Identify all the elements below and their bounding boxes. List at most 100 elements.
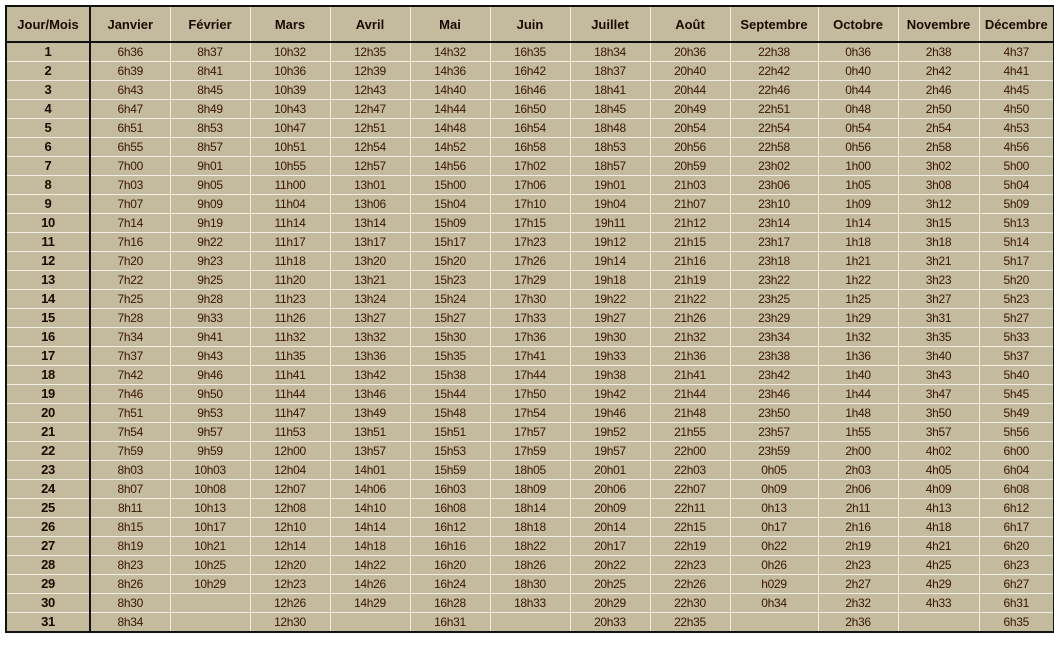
day-number: 27 (5, 536, 91, 556)
time-cell: 15h27 (409, 308, 491, 328)
time-cell: 13h06 (329, 194, 411, 214)
day-number: 19 (5, 384, 91, 404)
time-cell: 5h49 (978, 403, 1054, 423)
time-cell: 8h57 (169, 137, 251, 157)
time-cell: 23h25 (729, 289, 819, 309)
time-cell: 9h01 (169, 156, 251, 176)
time-cell: 2h38 (897, 41, 980, 62)
table-header: Jour/Mois Janvier Février Mars Avril Mai Juin… (5, 5, 1054, 43)
time-cell: 17h59 (489, 441, 571, 461)
time-cell: 18h14 (489, 498, 571, 518)
time-cell: 23h50 (729, 403, 819, 423)
time-cell: 21h32 (649, 327, 731, 347)
time-cell: 0h17 (729, 517, 819, 537)
time-cell: 21h41 (649, 365, 731, 385)
time-cell: 21h15 (649, 232, 731, 252)
time-cell: 2h32 (817, 593, 899, 613)
time-cell: 15h00 (409, 175, 491, 195)
time-cell: 5h14 (978, 232, 1054, 252)
time-cell: 12h08 (249, 498, 331, 518)
time-cell: 1h29 (817, 308, 899, 328)
time-cell: 6h47 (89, 99, 171, 119)
time-cell: 13h32 (329, 327, 411, 347)
time-cell: 1h44 (817, 384, 899, 404)
time-cell: 22h42 (729, 61, 819, 81)
time-cell: 5h56 (978, 422, 1054, 442)
time-cell: 12h30 (249, 612, 331, 633)
time-cell: 9h05 (169, 175, 251, 195)
time-cell: 18h48 (569, 118, 651, 138)
time-cell: 17h50 (489, 384, 571, 404)
time-cell: 8h07 (89, 479, 171, 499)
time-cell: 11h26 (249, 308, 331, 328)
time-cell: 7h46 (89, 384, 171, 404)
time-cell: 9h25 (169, 270, 251, 290)
time-cell: 10h32 (249, 41, 331, 62)
time-cell: 22h00 (649, 441, 731, 461)
month-header: Mai (409, 5, 491, 43)
time-cell: 4h45 (978, 80, 1054, 100)
time-cell: 2h06 (817, 479, 899, 499)
table-row: 31 8h34 12h30 16h31 20h33 22h35 2h36 6h35 (5, 612, 1054, 633)
time-cell: 20h14 (569, 517, 651, 537)
month-header: Avril (329, 5, 411, 43)
time-cell: 19h46 (569, 403, 651, 423)
time-cell: 6h04 (978, 460, 1054, 480)
day-number: 20 (5, 403, 91, 423)
time-cell: 12h35 (329, 41, 411, 62)
time-cell: 11h41 (249, 365, 331, 385)
day-number: 12 (5, 251, 91, 271)
day-number: 18 (5, 365, 91, 385)
month-header: Août (649, 5, 731, 43)
time-cell: 21h03 (649, 175, 731, 195)
time-cell: 20h49 (649, 99, 731, 119)
time-cell: 9h09 (169, 194, 251, 214)
time-cell: 11h44 (249, 384, 331, 404)
time-cell: 0h36 (817, 41, 899, 62)
time-cell: 2h46 (897, 80, 980, 100)
time-cell: 10h29 (169, 574, 251, 594)
table-row: 27 8h19 10h21 12h14 14h18 16h16 18h22 20h17 22h1… (5, 536, 1054, 556)
time-cell: 0h54 (817, 118, 899, 138)
calendar-table: Jour/Mois Janvier Février Mars Avril Mai Juin… (5, 5, 1054, 633)
time-cell: 23h59 (729, 441, 819, 461)
time-cell: 18h57 (569, 156, 651, 176)
time-cell: 11h23 (249, 289, 331, 309)
time-cell: 9h59 (169, 441, 251, 461)
time-cell: 17h06 (489, 175, 571, 195)
time-cell: 4h05 (897, 460, 980, 480)
time-cell: 2h19 (817, 536, 899, 556)
time-cell: 4h33 (897, 593, 980, 613)
time-cell: 16h28 (409, 593, 491, 613)
time-cell: 7h14 (89, 213, 171, 233)
time-cell: 2h00 (817, 441, 899, 461)
table-row: 30 8h30 12h26 14h29 16h28 18h33 20h29 22h30 0h34… (5, 593, 1054, 613)
time-cell: 1h25 (817, 289, 899, 309)
table-row: 15 7h28 9h33 11h26 13h27 15h27 17h33 19h27 21h26… (5, 308, 1054, 328)
time-cell: 0h22 (729, 536, 819, 556)
time-cell: 17h44 (489, 365, 571, 385)
time-cell: 8h03 (89, 460, 171, 480)
time-cell: 9h33 (169, 308, 251, 328)
day-number: 31 (5, 612, 91, 633)
table-row: 11 7h16 9h22 11h17 13h17 15h17 17h23 19h12 21h15… (5, 232, 1054, 252)
time-cell: 19h12 (569, 232, 651, 252)
time-cell: 3h40 (897, 346, 980, 366)
time-cell: 6h20 (978, 536, 1054, 556)
time-cell: 15h53 (409, 441, 491, 461)
time-cell: 19h14 (569, 251, 651, 271)
time-cell: 5h13 (978, 213, 1054, 233)
time-cell: 14h56 (409, 156, 491, 176)
time-cell: 23h18 (729, 251, 819, 271)
table-row: 21 7h54 9h57 11h53 13h51 15h51 17h57 19h52 21h55… (5, 422, 1054, 442)
table-row: 12 7h20 9h23 11h18 13h20 15h20 17h26 19h14 21h16… (5, 251, 1054, 271)
time-cell: 0h56 (817, 137, 899, 157)
time-cell: 5h20 (978, 270, 1054, 290)
table-row: 22 7h59 9h59 12h00 13h57 15h53 17h59 19h57 22h00… (5, 441, 1054, 461)
table-row: 28 8h23 10h25 12h20 14h22 16h20 18h26 20h22 22h2… (5, 555, 1054, 575)
time-cell: 5h37 (978, 346, 1054, 366)
time-cell: 12h26 (249, 593, 331, 613)
time-cell: 18h22 (489, 536, 571, 556)
time-cell: 16h58 (489, 137, 571, 157)
time-cell: 8h34 (89, 612, 171, 633)
